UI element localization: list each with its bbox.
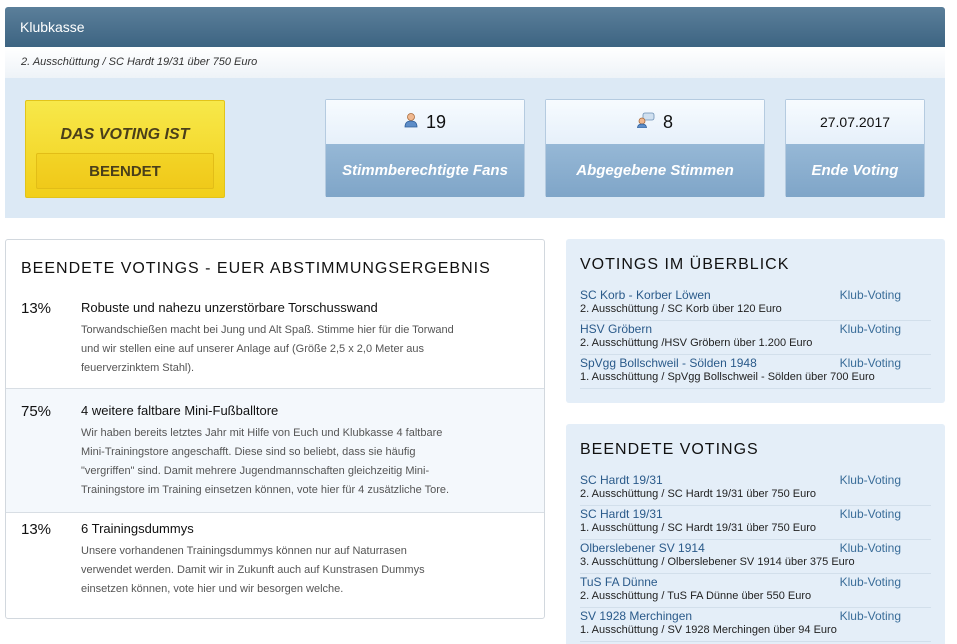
stat-votes-cast-value: 8 (662, 111, 673, 132)
stat-votes-cast: 8 Abgegebene Stimmen (545, 99, 765, 197)
voting-type-link[interactable]: Klub-Voting (840, 322, 901, 336)
result-option: 75% 4 weitere faltbare Mini-Fußballtore … (6, 389, 544, 513)
list-item[interactable]: SpVgg Bollschweil - Sölden 1948 Klub-Vot… (580, 355, 931, 389)
description-line: Wir haben bereits letztes Jahr mit Hilfe… (81, 427, 443, 439)
voting-payout-text: 2. Ausschüttung / SC Hardt 19/31 über 75… (580, 488, 817, 500)
result-description: Torwandschießen macht bei Jung und Alt S… (81, 321, 529, 378)
voting-payout-text: 1. Ausschüttung / SV 1928 Merchingen übe… (580, 624, 837, 636)
voting-status-box: DAS VOTING IST BEENDET (25, 100, 225, 198)
result-title: Robuste und nahezu unzerstörbare Torschu… (81, 300, 378, 315)
user-icon (404, 112, 418, 133)
voting-type-link[interactable]: Klub-Voting (840, 507, 901, 521)
results-panel: BEENDETE VOTINGS - EUER ABSTIMMUNGSERGEB… (5, 239, 545, 619)
stat-voting-end-label: Ende Voting (786, 144, 924, 197)
voting-type-link[interactable]: Klub-Voting (840, 473, 901, 487)
result-percent: 13% (21, 521, 52, 538)
description-line: Mini-Trainingstore angeschafft. Diese si… (81, 446, 416, 458)
voting-payout-text: 1. Ausschüttung / SpVgg Bollschweil - Sö… (580, 371, 875, 383)
result-title: 4 weitere faltbare Mini-Fußballtore (81, 403, 279, 418)
result-title: 6 Trainingsdummys (81, 521, 194, 536)
page-subtitle: 2. Ausschüttung / SC Hardt 19/31 über 75… (5, 47, 945, 78)
description-line: feuerverzinktem Stahl). (81, 362, 195, 374)
description-line: Trainingstore im Training einsetzen könn… (81, 484, 450, 496)
description-line: verwendet werden. Damit wir in Zukunft a… (81, 564, 425, 576)
stat-eligible-fans: 19 Stimmberechtigte Fans (325, 99, 525, 197)
finished-votings-panel: BEENDETE VOTINGS SC Hardt 19/31 Klub-Vot… (566, 424, 945, 644)
list-item[interactable]: SV 1928 Merchingen Klub-Voting 1. Aussch… (580, 608, 931, 642)
stat-eligible-fans-label: Stimmberechtigte Fans (326, 144, 524, 197)
voting-type-link[interactable]: Klub-Voting (840, 609, 901, 623)
stat-eligible-fans-value: 19 (425, 111, 447, 132)
voting-payout-text: 1. Ausschüttung / SC Hardt 19/31 über 75… (580, 522, 817, 534)
voting-status-line2: BEENDET (36, 153, 214, 189)
list-item[interactable]: Olberslebener SV 1914 Klub-Voting 3. Aus… (580, 540, 931, 574)
voting-status-line1: DAS VOTING IST (60, 126, 190, 143)
list-item[interactable]: SC Hardt 19/31 Klub-Voting 1. Ausschüttu… (580, 506, 931, 540)
list-item[interactable]: HSV Gröbern Klub-Voting 2. Ausschüttung … (580, 321, 931, 355)
result-percent: 13% (21, 300, 52, 317)
app-title: Klubkasse (20, 19, 85, 35)
stat-voting-end-value: 27.07.2017 (819, 114, 891, 130)
speech-bubble-icon (637, 112, 655, 133)
list-item[interactable]: SC Korb - Korber Löwen Klub-Voting 2. Au… (580, 287, 931, 321)
voting-type-link[interactable]: Klub-Voting (840, 541, 901, 555)
description-line: einsetzen können, vote hier und wir beso… (81, 583, 344, 595)
description-line: "vergriffen" sind. Damit mehrere Jugendm… (81, 465, 430, 477)
list-item[interactable]: SC Hardt 19/31 Klub-Voting 2. Ausschüttu… (580, 472, 931, 506)
voting-type-link[interactable]: Klub-Voting (840, 575, 901, 589)
description-line: Unsere vorhandenen Trainingsdummys könne… (81, 545, 407, 557)
description-line: und wir stellen eine auf unserer Anlage … (81, 343, 425, 355)
stat-votes-cast-label: Abgegebene Stimmen (546, 144, 764, 197)
description-line: Torwandschießen macht bei Jung und Alt S… (81, 324, 454, 336)
overview-heading: VOTINGS IM ÜBERBLICK (580, 256, 790, 273)
stats-bar: DAS VOTING IST BEENDET 19 Stimmberechtig… (5, 78, 945, 218)
voting-payout-text: 2. Ausschüttung / TuS FA Dünne über 550 … (580, 590, 812, 602)
voting-type-link[interactable]: Klub-Voting (840, 356, 901, 370)
voting-type-link[interactable]: Klub-Voting (840, 288, 901, 302)
app-title-bar: Klubkasse (5, 7, 945, 47)
finished-votings-heading: BEENDETE VOTINGS (580, 441, 759, 458)
stat-voting-end: 27.07.2017 Ende Voting (785, 99, 925, 197)
voting-payout-text: 2. Ausschüttung / SC Korb über 120 Euro (580, 303, 782, 315)
voting-payout-text: 2. Ausschüttung /HSV Gröbern über 1.200 … (580, 337, 813, 349)
overview-panel: VOTINGS IM ÜBERBLICK SC Korb - Korber Lö… (566, 239, 945, 403)
result-description: Unsere vorhandenen Trainingsdummys könne… (81, 542, 529, 599)
results-heading: BEENDETE VOTINGS - EUER ABSTIMMUNGSERGEB… (21, 260, 491, 277)
voting-payout-text: 3. Ausschüttung / Olberslebener SV 1914 … (580, 556, 855, 568)
result-description: Wir haben bereits letztes Jahr mit Hilfe… (81, 424, 529, 500)
result-option: 13% Robuste und nahezu unzerstörbare Tor… (6, 292, 544, 389)
result-option: 13% 6 Trainingsdummys Unsere vorhandenen… (6, 513, 544, 617)
result-percent: 75% (21, 403, 52, 420)
list-item[interactable]: TuS FA Dünne Klub-Voting 2. Ausschüttung… (580, 574, 931, 608)
